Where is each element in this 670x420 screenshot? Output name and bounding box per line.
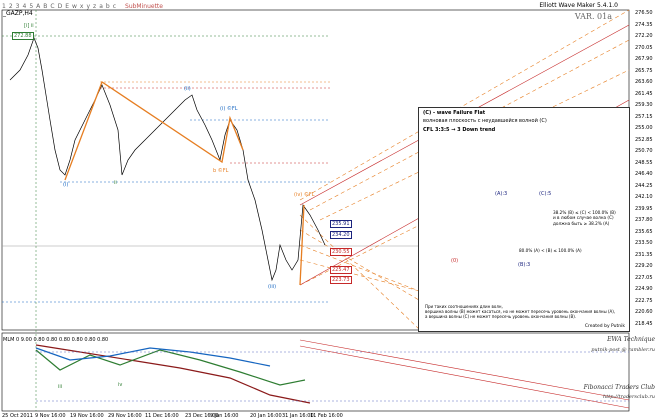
y-tick: 250.70	[635, 148, 653, 154]
toolbar-item[interactable]: 4	[22, 3, 26, 10]
wave-label: (iii)	[268, 284, 277, 290]
y-tick: 255.00	[635, 125, 653, 131]
price-tag: 235.91	[330, 220, 352, 228]
price-tag: 223.73	[330, 276, 352, 284]
toolbar-item[interactable]: C	[50, 3, 54, 10]
y-tick: 220.60	[635, 309, 653, 315]
brand-ewa: EWA Technique	[607, 336, 655, 343]
price-tag: 230.55	[330, 248, 352, 256]
y-tick: 274.35	[635, 21, 653, 28]
price-tag: 234.20	[330, 231, 352, 239]
y-tick: 229.20	[635, 263, 653, 269]
toolbar-item[interactable]: x	[80, 3, 84, 10]
wave-label: iii	[58, 384, 63, 390]
y-tick: 272.20	[635, 33, 653, 39]
x-tick: 9 Nov 16:00	[35, 413, 66, 419]
y-tick: 237.80	[635, 217, 653, 223]
version-label: Elliott Wave Maker 5.4.1.0	[539, 2, 618, 9]
toolbar-item[interactable]: c	[113, 3, 116, 10]
y-tick: 252.85	[635, 136, 653, 143]
diagram-label-a: (A):3	[495, 191, 508, 197]
diagram-condition-b: 80.0% (A) < (B) ≤ 100.0% (A)	[519, 248, 582, 253]
diagram-conditions: 38.2% (B) ≤ (C) < 100.0% (B) и в любом с…	[553, 210, 616, 226]
y-tick: 257.15	[635, 113, 653, 120]
diagram-label-0: (0)	[451, 258, 459, 264]
toolbar-item[interactable]: A	[36, 3, 40, 10]
y-tick: 231.35	[635, 251, 653, 258]
x-tick: 9 Jan 16:00	[210, 413, 239, 419]
toolbar-item[interactable]: D	[58, 3, 63, 10]
info-title: (C) - wave Failure Flat	[423, 110, 486, 116]
toolbar-item[interactable]: 5	[29, 3, 33, 10]
toolbar-item[interactable]: 3	[16, 3, 20, 10]
brand-email: putnik-post @ rambler.ru	[591, 347, 655, 353]
wave-label: b ©FL	[213, 168, 229, 174]
y-tick: 261.45	[635, 90, 653, 97]
info-subtitle: волновая плоскость с неудавшейся волной …	[423, 118, 547, 125]
wave-label: (i) ©FL	[220, 106, 238, 112]
y-tick: 218.45	[635, 320, 653, 327]
y-tick: 259.30	[635, 102, 653, 108]
y-tick: 276.50	[635, 10, 653, 16]
y-tick: 227.05	[635, 274, 653, 281]
price-tag: 272.88	[12, 32, 34, 40]
price-tag: 225.47	[330, 266, 352, 274]
wave-label: iv	[118, 382, 123, 388]
wave-label: [i] ii	[24, 23, 34, 29]
x-tick: 25 Oct 2011	[2, 413, 33, 419]
x-tick: 11 Feb 16:00	[310, 413, 343, 419]
brand-url: http://tradersclub.ru	[602, 394, 655, 400]
x-tick: 31 Jan 16:00	[282, 413, 314, 419]
x-tick: 20 Jan 16:00	[250, 413, 282, 419]
y-tick: 244.25	[635, 182, 653, 189]
indicator-label: MLM 0 9.00 0.80 0.80 0.80 0.80 0.80 0.80	[3, 337, 109, 343]
wave-label: (ii)	[184, 86, 191, 92]
x-tick: 19 Nov 16:00	[70, 413, 104, 419]
wave-label: (iv) ©FL	[294, 192, 315, 198]
toolbar-item[interactable]: B	[43, 3, 47, 10]
y-tick: 263.60	[635, 79, 653, 85]
toolbar-submode[interactable]: SubMinuette	[125, 3, 163, 10]
info-cfl: CFL 3:3:5 → 3 Down trend	[423, 126, 496, 133]
toolbar-item[interactable]: z	[93, 3, 96, 10]
info-credit: Created by Putnik	[584, 324, 625, 329]
wave-info-panel: (C) - wave Failure Flat волновая плоскос…	[418, 107, 630, 332]
info-note: При таких соотношениях длин волн, вершин…	[425, 304, 616, 320]
y-tick: 267.90	[635, 56, 653, 62]
y-tick: 246.40	[635, 171, 653, 177]
y-tick: 233.50	[635, 240, 653, 246]
y-tick: 265.75	[635, 67, 653, 74]
brand-ftc: Fibonacci Traders Club	[583, 384, 655, 391]
wave-label: (i)	[63, 182, 69, 188]
toolbar-item[interactable]: b	[106, 3, 110, 10]
y-tick: 242.10	[635, 194, 653, 200]
y-tick: 222.75	[635, 297, 653, 304]
toolbar-item[interactable]: w	[72, 3, 77, 10]
toolbar-item[interactable]: y	[86, 3, 90, 10]
chart-symbol-title: _GAZP,H4	[3, 10, 33, 17]
diagram-label-c: (C):5	[539, 191, 552, 197]
toolbar-item[interactable]: a	[99, 3, 103, 10]
y-tick: 235.65	[635, 228, 653, 235]
toolbar-item[interactable]: 2	[9, 3, 13, 10]
variant-label: VAR. 01a	[574, 12, 612, 21]
y-tick: 224.90	[635, 286, 653, 292]
toolbar-item[interactable]: 1	[2, 3, 6, 10]
diagram-label-b: (B):3	[518, 262, 531, 268]
y-tick: 248.55	[635, 159, 653, 166]
y-tick: 239.95	[635, 205, 653, 212]
y-tick: 270.05	[635, 44, 653, 51]
x-tick: 11 Dec 16:00	[145, 413, 179, 419]
toolbar-item[interactable]: E	[65, 3, 69, 10]
wave-label: ii	[114, 180, 117, 186]
x-tick: 29 Nov 16:00	[108, 413, 142, 419]
